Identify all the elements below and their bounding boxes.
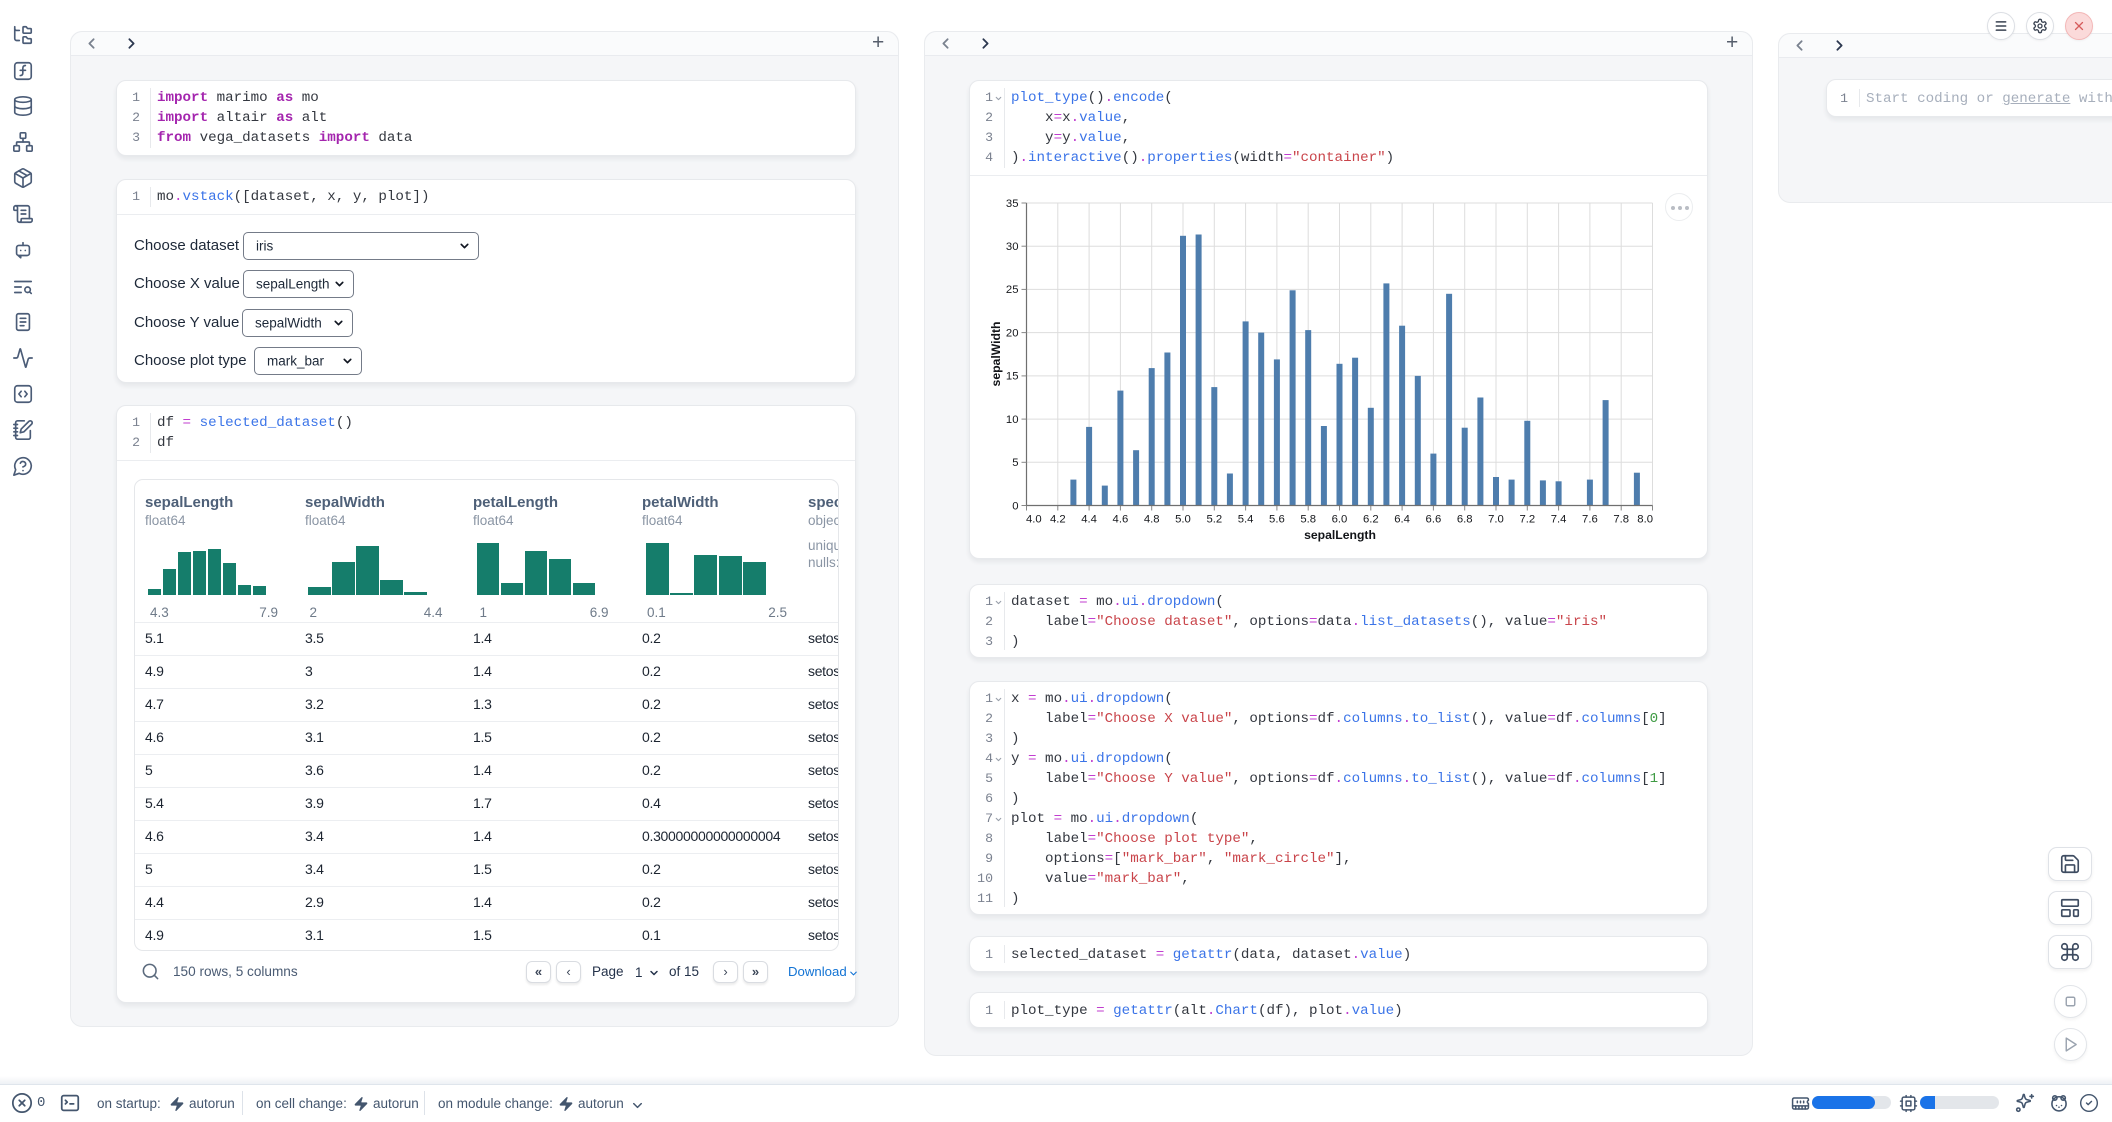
svg-text:7.6: 7.6 xyxy=(1582,514,1598,526)
svg-text:4.2: 4.2 xyxy=(1050,514,1066,526)
svg-text:5.2: 5.2 xyxy=(1206,514,1222,526)
svg-text:5.0: 5.0 xyxy=(1175,514,1191,526)
svg-text:sepalWidth: sepalWidth xyxy=(989,322,1003,387)
svg-text:4.4: 4.4 xyxy=(1081,514,1097,526)
svg-text:20: 20 xyxy=(1006,327,1019,339)
svg-text:4.8: 4.8 xyxy=(1144,514,1160,526)
svg-text:7.0: 7.0 xyxy=(1488,514,1504,526)
svg-text:6.2: 6.2 xyxy=(1363,514,1379,526)
svg-text:6.4: 6.4 xyxy=(1394,514,1410,526)
svg-text:6.8: 6.8 xyxy=(1457,514,1473,526)
svg-text:6.6: 6.6 xyxy=(1426,514,1442,526)
svg-text:4.0: 4.0 xyxy=(1026,514,1042,526)
svg-text:8.0: 8.0 xyxy=(1637,514,1653,526)
svg-text:7.2: 7.2 xyxy=(1519,514,1535,526)
svg-text:7.4: 7.4 xyxy=(1551,514,1567,526)
svg-text:6.0: 6.0 xyxy=(1332,514,1348,526)
svg-text:35: 35 xyxy=(1006,198,1019,210)
svg-text:10: 10 xyxy=(1006,414,1019,426)
svg-text:4.6: 4.6 xyxy=(1113,514,1129,526)
svg-text:sepalLength: sepalLength xyxy=(1304,528,1376,542)
svg-text:25: 25 xyxy=(1006,284,1019,296)
svg-text:7.8: 7.8 xyxy=(1613,514,1629,526)
svg-text:0: 0 xyxy=(1012,500,1018,512)
svg-text:5.6: 5.6 xyxy=(1269,514,1285,526)
svg-text:5.4: 5.4 xyxy=(1238,514,1254,526)
svg-text:5.8: 5.8 xyxy=(1300,514,1316,526)
svg-text:30: 30 xyxy=(1006,241,1019,253)
svg-text:15: 15 xyxy=(1006,371,1019,383)
svg-text:5: 5 xyxy=(1012,457,1018,469)
